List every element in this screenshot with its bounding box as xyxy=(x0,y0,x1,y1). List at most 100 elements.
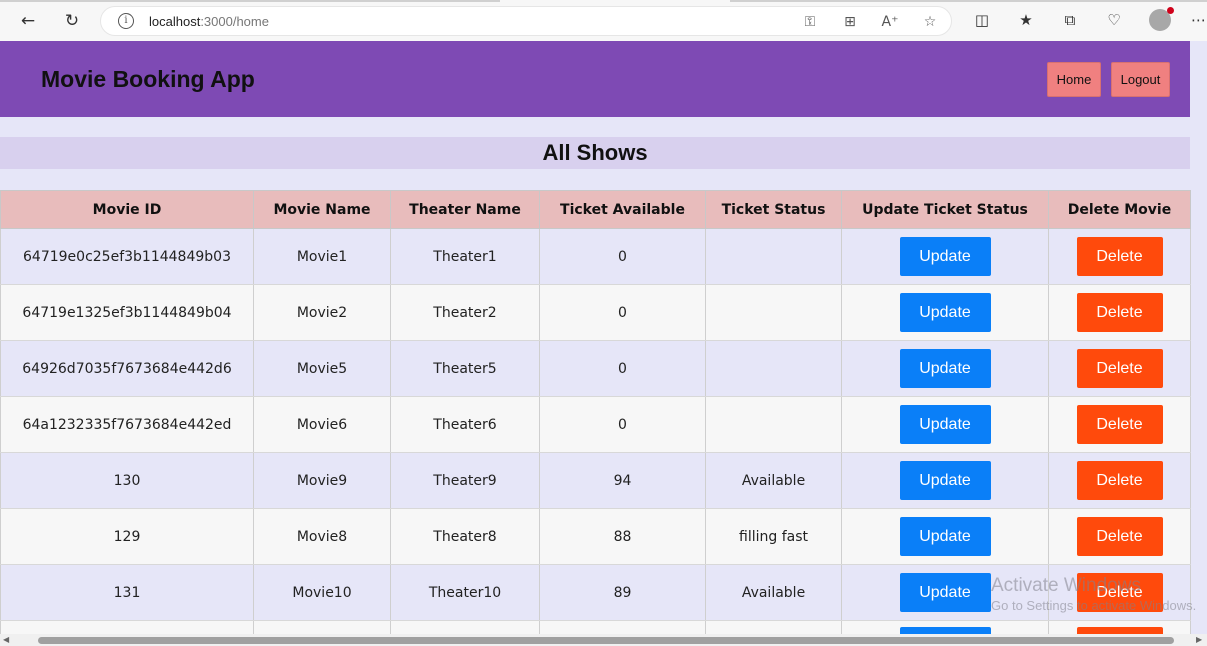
cell-update: Update xyxy=(841,228,1049,285)
cell-ticket-status xyxy=(705,228,842,285)
address-url[interactable]: localhost:3000/home xyxy=(149,14,269,29)
delete-button[interactable]: Delete xyxy=(1076,573,1163,612)
cell-movie-name: Movie6 xyxy=(253,396,391,453)
read-aloud-icon[interactable]: A⁺ xyxy=(881,14,899,30)
column-header-theater-name: Theater Name xyxy=(390,190,540,229)
cell-update: Update xyxy=(841,508,1049,565)
table-header-row: Movie ID Movie Name Theater Name Ticket … xyxy=(0,190,1191,229)
update-button[interactable]: Update xyxy=(899,517,991,556)
column-header-ticket-available: Ticket Available xyxy=(539,190,706,229)
browser-toolbar: ← ↻ i localhost:3000/home ⚿ ⊞ A⁺ ☆ ◫ ★ ⧉… xyxy=(0,0,1207,41)
table-row: 64719e1325ef3b1144849b04 Movie2 Theater2 0 U… xyxy=(0,284,1191,341)
scroll-left-arrow-icon[interactable]: ◀ xyxy=(3,635,9,644)
cell-ticket-available: 94 xyxy=(539,452,706,509)
cell-theater-name: Theater2 xyxy=(390,284,540,341)
cell-update: Update xyxy=(841,452,1049,509)
cell-movie-name: Movie2 xyxy=(253,284,391,341)
tab-strip-edge xyxy=(0,0,1207,2)
scroll-right-arrow-icon[interactable]: ▶ xyxy=(1196,635,1202,644)
column-header-movie-name: Movie Name xyxy=(253,190,391,229)
cell-ticket-status xyxy=(705,396,842,453)
favorites-icon[interactable]: ★ xyxy=(1016,10,1036,30)
logout-button[interactable]: Logout xyxy=(1111,62,1170,97)
cell-theater-name: Theater6 xyxy=(390,396,540,453)
update-button[interactable]: Update xyxy=(899,293,991,332)
cell-movie-name: Movie9 xyxy=(253,452,391,509)
cell-ticket-status: filling fast xyxy=(705,508,842,565)
update-button[interactable]: Update xyxy=(899,461,991,500)
back-icon[interactable]: ← xyxy=(14,8,42,34)
delete-button[interactable]: Delete xyxy=(1076,349,1163,388)
cell-delete: Delete xyxy=(1048,284,1191,341)
app-title: Movie Booking App xyxy=(41,66,255,92)
table-row: 64719e0c25ef3b1144849b03 Movie1 Theater1 0 U… xyxy=(0,228,1191,285)
table-row: 64a1232335f7673684e442ed Movie6 Theater6 0 U… xyxy=(0,396,1191,453)
app-header: Movie Booking App Home Logout xyxy=(0,41,1190,117)
update-button[interactable]: Update xyxy=(899,349,991,388)
cell-movie-name: Movie5 xyxy=(253,340,391,397)
cell-movie-id: 130 xyxy=(0,452,254,509)
column-header-delete-movie: Delete Movie xyxy=(1048,190,1191,229)
collections-icon[interactable]: ⧉ xyxy=(1060,10,1080,30)
cell-delete: Delete xyxy=(1048,228,1191,285)
more-options-icon[interactable]: ⋯ xyxy=(1191,10,1206,30)
performance-icon[interactable]: ♡ xyxy=(1104,10,1124,30)
cell-ticket-available: 0 xyxy=(539,396,706,453)
cell-theater-name: Theater8 xyxy=(390,508,540,565)
cell-theater-name: Theater10 xyxy=(390,564,540,621)
cell-delete: Delete xyxy=(1048,452,1191,509)
horizontal-scrollbar[interactable]: ◀ ▶ xyxy=(0,634,1207,646)
cell-ticket-status: Available xyxy=(705,452,842,509)
cell-movie-id: 129 xyxy=(0,508,254,565)
delete-button[interactable]: Delete xyxy=(1076,461,1163,500)
home-button[interactable]: Home xyxy=(1047,62,1101,97)
cell-movie-name: Movie1 xyxy=(253,228,391,285)
column-header-movie-id: Movie ID xyxy=(0,190,254,229)
column-header-ticket-status: Ticket Status xyxy=(705,190,842,229)
cell-ticket-status: Available xyxy=(705,564,842,621)
cell-movie-id: 64926d7035f7673684e442d6 xyxy=(0,340,254,397)
cell-movie-id: 64a1232335f7673684e442ed xyxy=(0,396,254,453)
site-info-icon[interactable]: i xyxy=(118,13,134,29)
update-button[interactable]: Update xyxy=(899,237,991,276)
update-button[interactable]: Update xyxy=(899,573,991,612)
notification-dot xyxy=(1167,7,1174,14)
key-icon[interactable]: ⚿ xyxy=(801,14,819,30)
cell-update: Update xyxy=(841,564,1049,621)
table-row: 131 Movie10 Theater10 89 Available Update Dele… xyxy=(0,564,1191,621)
cell-theater-name: Theater5 xyxy=(390,340,540,397)
profile-avatar[interactable] xyxy=(1149,7,1174,31)
cell-ticket-status xyxy=(705,340,842,397)
update-button[interactable]: Update xyxy=(899,405,991,444)
delete-button[interactable]: Delete xyxy=(1076,517,1163,556)
delete-button[interactable]: Delete xyxy=(1076,405,1163,444)
split-screen-icon[interactable]: ◫ xyxy=(972,10,992,30)
address-bar[interactable]: i localhost:3000/home ⚿ ⊞ A⁺ ☆ xyxy=(100,6,952,36)
cell-ticket-available: 89 xyxy=(539,564,706,621)
cell-delete: Delete xyxy=(1048,564,1191,621)
cell-update: Update xyxy=(841,340,1049,397)
scrollbar-thumb[interactable] xyxy=(38,637,1174,644)
column-header-update-ticket-status: Update Ticket Status xyxy=(841,190,1049,229)
apps-icon[interactable]: ⊞ xyxy=(841,14,859,30)
cell-ticket-available: 0 xyxy=(539,284,706,341)
cell-update: Update xyxy=(841,396,1049,453)
delete-button[interactable]: Delete xyxy=(1076,237,1163,276)
section-title: All Shows xyxy=(0,137,1190,169)
cell-theater-name: Theater1 xyxy=(390,228,540,285)
table-row: 130 Movie9 Theater9 94 Available Update Delete xyxy=(0,452,1191,509)
refresh-icon[interactable]: ↻ xyxy=(58,8,86,34)
cell-delete: Delete xyxy=(1048,508,1191,565)
cell-movie-name: Movie8 xyxy=(253,508,391,565)
table-row: 64926d7035f7673684e442d6 Movie5 Theater5 0 U… xyxy=(0,340,1191,397)
cell-theater-name: Theater9 xyxy=(390,452,540,509)
cell-movie-id: 131 xyxy=(0,564,254,621)
cell-delete: Delete xyxy=(1048,340,1191,397)
delete-button[interactable]: Delete xyxy=(1076,293,1163,332)
cell-movie-id: 64719e0c25ef3b1144849b03 xyxy=(0,228,254,285)
favorite-star-icon[interactable]: ☆ xyxy=(921,14,939,30)
cell-ticket-available: 0 xyxy=(539,340,706,397)
shows-table: Movie ID Movie Name Theater Name Ticket … xyxy=(0,190,1191,646)
vertical-scrollbar[interactable] xyxy=(1190,41,1207,637)
cell-movie-id: 64719e1325ef3b1144849b04 xyxy=(0,284,254,341)
